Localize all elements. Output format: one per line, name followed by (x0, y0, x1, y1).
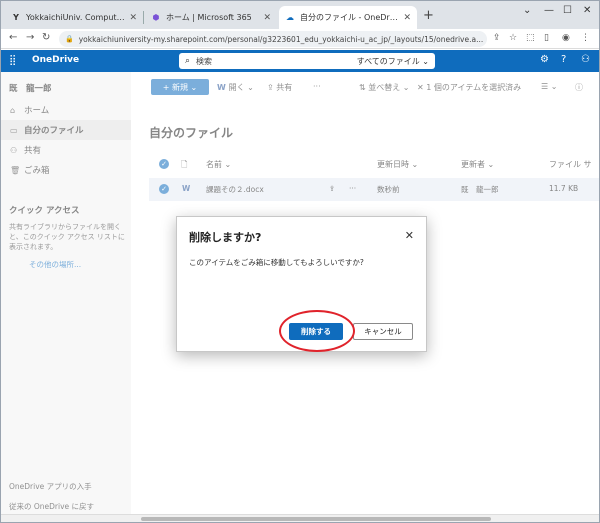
address-bar: ← → ↻ 🔒 yokkaichiuniversity-my.sharepoin… (1, 29, 599, 49)
app-launcher-icon[interactable]: ⣿ (9, 55, 16, 66)
account-icon[interactable]: ⚇ (581, 54, 590, 65)
tab-title: 自分のファイル - OneDrive (300, 13, 400, 22)
share-icon[interactable]: ⇪ (493, 33, 501, 43)
tab-computer-center[interactable]: Y YokkaichiUniv. ComputerCenter | ✕ (5, 6, 143, 29)
search-placeholder: 検索 (196, 56, 213, 66)
tab-bar: Y YokkaichiUniv. ComputerCenter | ✕ ⬢ ホー… (1, 1, 599, 29)
browser-menu-icon[interactable]: ⋮ (581, 33, 590, 43)
tab-favicon: Y (13, 13, 19, 22)
close-icon[interactable]: ✕ (129, 13, 137, 23)
delete-dialog: 削除しますか? ✕ このアイテムをごみ箱に移動してもよろしいですか? 削除する … (176, 216, 427, 352)
onedrive-header: ⣿ OneDrive ⌕ 検索 すべてのファイル ⌄ ⚙ ? ⚇ (1, 50, 599, 72)
close-icon[interactable]: ✕ (403, 13, 411, 23)
dialog-message: このアイテムをごみ箱に移動してもよろしいですか? (189, 258, 364, 267)
forward-icon[interactable]: → (26, 32, 34, 43)
search-scope-dropdown[interactable]: すべてのファイル ⌄ (357, 56, 429, 67)
app-title[interactable]: OneDrive (32, 55, 79, 65)
minimize-icon[interactable]: — (544, 5, 554, 16)
tab-microsoft-365[interactable]: ⬢ ホーム | Microsoft 365 ✕ (145, 6, 277, 29)
search-icon: ⌕ (185, 56, 191, 66)
scrollbar-thumb[interactable] (141, 517, 491, 521)
horizontal-scrollbar[interactable] (1, 514, 599, 522)
dialog-title: 削除しますか? (189, 231, 262, 244)
browser-window: Y YokkaichiUniv. ComputerCenter | ✕ ⬢ ホー… (0, 0, 600, 523)
close-icon[interactable]: ✕ (263, 13, 271, 23)
search-input[interactable]: ⌕ 検索 すべてのファイル ⌄ (179, 53, 435, 69)
new-tab-icon[interactable]: + (423, 8, 434, 23)
cancel-button[interactable]: キャンセル (353, 323, 413, 340)
tab-favicon: ☁ (286, 13, 294, 22)
extensions-icon[interactable]: ⬚ (526, 33, 535, 43)
gear-icon[interactable]: ⚙ (540, 54, 549, 65)
maximize-icon[interactable]: ☐ (563, 5, 572, 16)
reload-icon[interactable]: ↻ (42, 32, 50, 43)
close-icon[interactable]: ✕ (405, 229, 414, 242)
tab-title: ホーム | Microsoft 365 (166, 13, 252, 22)
tab-title: YokkaichiUniv. ComputerCenter | (26, 13, 125, 22)
back-icon[interactable]: ← (9, 32, 17, 43)
tab-separator (143, 11, 144, 24)
highlight-ring (279, 310, 355, 352)
profile-icon[interactable]: ◉ (562, 33, 570, 43)
url-field[interactable]: 🔒 yokkaichiuniversity-my.sharepoint.com/… (59, 31, 487, 47)
help-icon[interactable]: ? (561, 54, 566, 65)
tab-favicon: ⬢ (152, 13, 160, 22)
bookmark-star-icon[interactable]: ☆ (509, 33, 517, 43)
url-text: yokkaichiuniversity-my.sharepoint.com/pe… (78, 34, 484, 44)
lock-icon: 🔒 (65, 35, 74, 43)
close-window-icon[interactable]: ✕ (583, 5, 591, 16)
chevron-down-icon[interactable]: ⌄ (523, 5, 531, 16)
sidepanel-icon[interactable]: ▯ (544, 33, 549, 43)
tab-onedrive[interactable]: ☁ 自分のファイル - OneDrive ✕ (279, 6, 417, 29)
